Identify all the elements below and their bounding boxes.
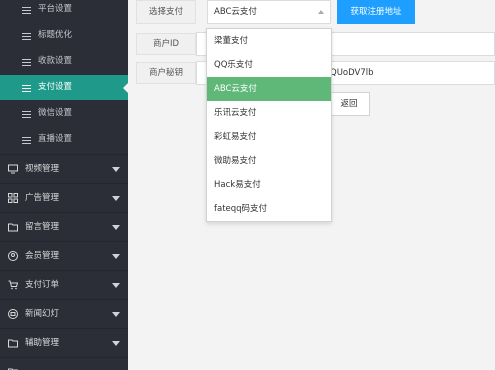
user-circle-icon (8, 251, 18, 261)
chevron-down-icon (112, 254, 120, 259)
sidebar-group-news-slides[interactable]: 新闻幻灯 (0, 299, 128, 327)
sidebar-item-collection-settings[interactable]: 收款设置 (0, 49, 128, 74)
dropdown-option[interactable]: 梁董支付 (207, 29, 331, 53)
sidebar-item-platform-settings[interactable]: 平台设置 (0, 0, 128, 22)
chevron-down-icon (112, 167, 120, 172)
sidebar-group-label: 辅助管理 (25, 338, 60, 348)
sidebar-group-auxiliary[interactable]: 辅助管理 (0, 328, 128, 356)
list-icon (22, 59, 31, 66)
merchant-secret-value: QUoDV7lb (330, 68, 374, 78)
sidebar-group-label: 会员管理 (25, 251, 60, 261)
merchant-id-label: 商户ID (136, 33, 196, 55)
dropdown-option[interactable]: 乐讯云支付 (207, 101, 331, 125)
monitor-icon (8, 164, 18, 174)
dropdown-option[interactable]: fateqq码支付 (207, 197, 331, 221)
chevron-up-icon (318, 10, 324, 14)
sidebar-group-partial[interactable] (0, 357, 128, 370)
sidebar-item-label: 标题优化 (38, 30, 73, 40)
chevron-down-icon (112, 312, 120, 317)
sidebar-group-label: 支付订单 (25, 280, 60, 290)
sidebar-group-label: 留言管理 (25, 222, 60, 232)
list-icon (22, 85, 31, 92)
sidebar-group-label: 新闻幻灯 (25, 309, 60, 319)
sidebar-group-video[interactable]: 视频管理 (0, 154, 128, 182)
slides-icon (8, 309, 18, 319)
list-icon (22, 111, 31, 118)
payment-label: 选择支付 (136, 0, 196, 24)
cart-icon (8, 280, 18, 290)
merchant-secret-label: 商户秘钥 (136, 62, 196, 84)
sidebar-item-label: 平台设置 (38, 4, 73, 14)
sidebar-group-label: 广告管理 (25, 193, 60, 203)
chevron-down-icon (112, 196, 120, 201)
dropdown-option[interactable]: 微助易支付 (207, 149, 331, 173)
sidebar-group-ads[interactable]: 广告管理 (0, 183, 128, 211)
folder-icon (8, 223, 18, 232)
sidebar-item-wechat-settings[interactable]: 微信设置 (0, 101, 128, 126)
payment-select[interactable]: ABC云支付 (207, 0, 331, 24)
sidebar-group-members[interactable]: 会员管理 (0, 241, 128, 269)
list-icon (22, 137, 31, 144)
payment-select-value: ABC云支付 (214, 7, 257, 17)
sidebar-item-label: 收款设置 (38, 56, 73, 66)
sidebar-group-messages[interactable]: 留言管理 (0, 212, 128, 240)
chevron-down-icon (112, 283, 120, 288)
get-registration-url-button[interactable]: 获取注册地址 (337, 0, 415, 24)
list-icon (22, 33, 31, 40)
sidebar-group-payment-orders[interactable]: 支付订单 (0, 270, 128, 298)
dropdown-option[interactable]: QQ乐支付 (207, 53, 331, 77)
dropdown-option[interactable]: 彩虹易支付 (207, 125, 331, 149)
chevron-down-icon (112, 225, 120, 230)
sidebar-item-payment-settings[interactable]: 支付设置 (0, 75, 128, 100)
chevron-down-icon (112, 341, 120, 346)
sidebar-item-live-settings[interactable]: 直播设置 (0, 127, 128, 152)
sidebar-item-label: 直播设置 (38, 134, 73, 144)
sidebar-item-label: 支付设置 (38, 82, 73, 92)
back-button[interactable]: 返回 (328, 92, 370, 116)
sidebar: 平台设置 标题优化 收款设置 支付设置 微信设置 直播设置 视频管理 广告管理 … (0, 0, 128, 370)
sidebar-item-title-optimization[interactable]: 标题优化 (0, 23, 128, 48)
grid-icon (8, 193, 18, 203)
sidebar-item-label: 微信设置 (38, 108, 73, 118)
sidebar-group-label: 视频管理 (25, 164, 60, 174)
payment-dropdown-list: 梁董支付 QQ乐支付 ABC云支付 乐讯云支付 彩虹易支付 微助易支付 Hack… (206, 28, 332, 222)
folder-icon (8, 339, 18, 348)
dropdown-option-selected[interactable]: ABC云支付 (207, 77, 331, 101)
dropdown-option[interactable]: Hack易支付 (207, 173, 331, 197)
main-content: 选择支付 ABC云支付 获取注册地址 商户ID 商户秘钥 QUoDV7lb 返回… (128, 0, 495, 370)
list-icon (22, 7, 31, 14)
